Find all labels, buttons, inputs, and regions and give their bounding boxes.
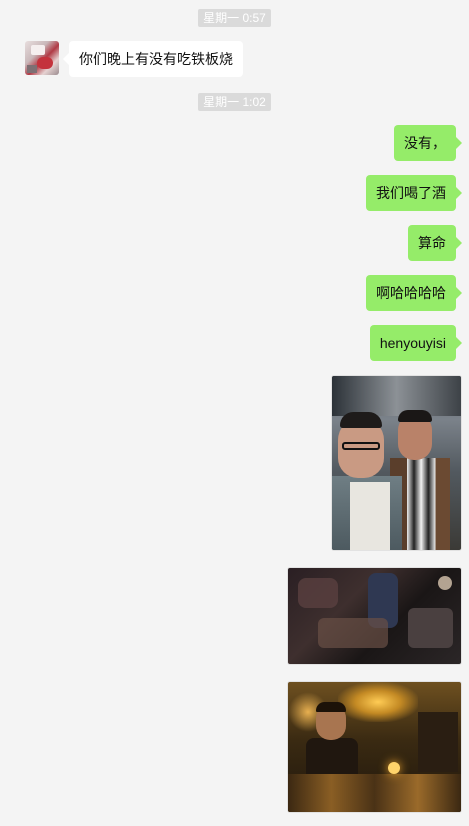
outgoing-message[interactable]: 啊哈哈哈哈: [366, 275, 462, 311]
timestamp: 星期一 0:57: [0, 9, 469, 29]
timestamp: 星期一 1:02: [0, 93, 469, 113]
contact-avatar[interactable]: [25, 41, 59, 75]
outgoing-message[interactable]: 我们喝了酒: [366, 175, 462, 211]
outgoing-message[interactable]: 没有，: [394, 125, 462, 161]
incoming-message[interactable]: 你们晚上有没有吃铁板烧: [63, 41, 243, 77]
message-text: 你们晚上有没有吃铁板烧: [79, 51, 233, 67]
timestamp-label: 星期一 0:57: [198, 9, 271, 27]
outgoing-message[interactable]: henyouyisi: [369, 325, 463, 361]
chat-window: 星期一 0:57 你们晚上有没有吃铁板烧 星期一 1:02 没有， 我们喝了酒 …: [0, 0, 469, 826]
message-text: 我们喝了酒: [376, 185, 446, 201]
message-text: henyouyisi: [379, 335, 446, 351]
outgoing-message[interactable]: 算命: [408, 225, 462, 261]
message-text: 算命: [418, 235, 446, 251]
selfie-photo[interactable]: [331, 375, 462, 551]
lit-bar-photo[interactable]: [287, 681, 462, 813]
timestamp-label: 星期一 1:02: [198, 93, 271, 111]
message-text: 啊哈哈哈哈: [376, 285, 446, 301]
message-text: 没有，: [404, 135, 446, 151]
dark-bar-photo[interactable]: [287, 567, 462, 665]
